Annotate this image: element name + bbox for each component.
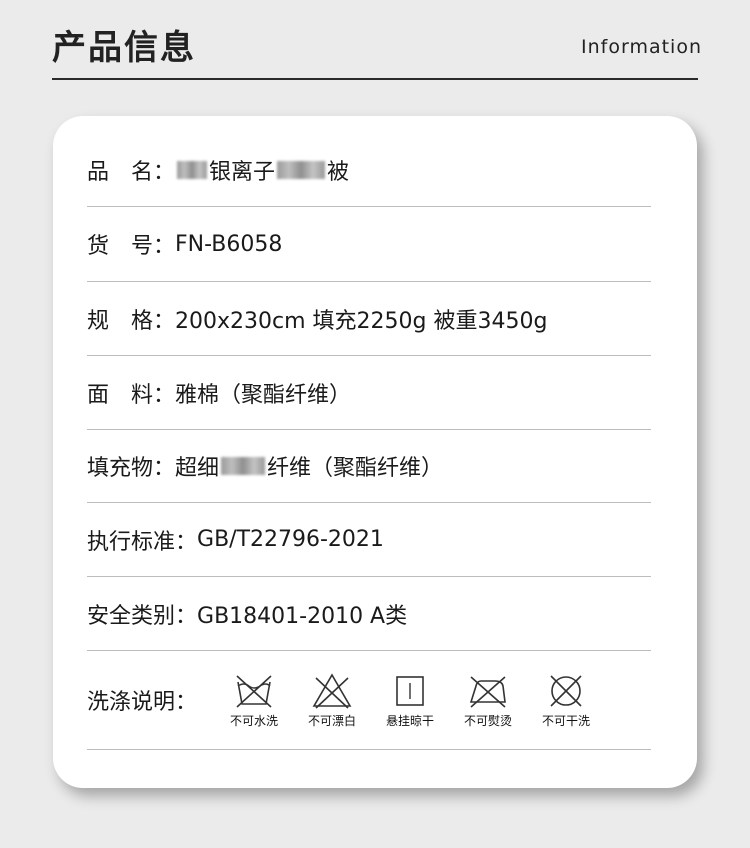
row-value: 200x230cm 填充2250g 被重3450g xyxy=(175,308,548,334)
care-item-no-bleach: 不可漂白 xyxy=(293,672,371,729)
row-value: GB/T22796-2021 xyxy=(197,527,384,552)
care-item-label: 悬挂晾干 xyxy=(386,713,435,728)
row-value: GB18401-2010 A类 xyxy=(197,603,408,629)
no-wash-icon xyxy=(236,674,272,708)
row-label: 洗涤说明： xyxy=(87,690,198,715)
redacted-text xyxy=(177,161,208,179)
info-row-item-number: 货 号： FN-B6058 xyxy=(87,207,651,282)
header-divider xyxy=(52,78,698,80)
care-item-label: 不可漂白 xyxy=(308,713,357,728)
info-row-care-instructions: 洗涤说明： 不可水洗 不可漂白 悬挂晾干 不可熨烫 不可干洗 xyxy=(87,651,651,750)
page-title: 产品信息 xyxy=(52,28,196,68)
info-row-standard: 执行标准： GB/T22796-2021 xyxy=(87,503,651,577)
row-label: 安全类别： xyxy=(87,603,198,629)
no-dry-clean-icon xyxy=(550,674,582,707)
care-item-no-iron: 不可熨烫 xyxy=(449,672,527,729)
care-item-label: 不可干洗 xyxy=(542,713,591,728)
page-subtitle: Information xyxy=(581,36,702,58)
info-row-safety-category: 安全类别： GB18401-2010 A类 xyxy=(87,577,651,651)
care-item-no-dry-clean: 不可干洗 xyxy=(527,672,605,729)
care-item-hang-dry: 悬挂晾干 xyxy=(371,672,449,729)
row-value: FN-B6058 xyxy=(175,231,283,257)
redacted-text xyxy=(221,457,266,475)
redacted-text xyxy=(277,161,326,179)
row-label: 面 料： xyxy=(87,382,176,408)
info-row-specification: 规 格： 200x230cm 填充2250g 被重3450g xyxy=(87,282,651,356)
info-row-fabric: 面 料： 雅棉（聚酯纤维） xyxy=(87,356,651,430)
care-item-no-wash: 不可水洗 xyxy=(215,672,293,729)
no-bleach-icon xyxy=(312,672,352,709)
info-row-product-name: 品 名： 银离子 被 xyxy=(87,134,651,207)
row-label: 执行标准： xyxy=(87,529,198,555)
row-value-prefix: 超细 xyxy=(175,456,220,481)
row-value-suffix: 被 xyxy=(327,160,350,185)
row-label: 品 名： xyxy=(87,160,176,185)
care-item-label: 不可水洗 xyxy=(230,713,279,728)
no-iron-icon xyxy=(469,675,506,708)
row-value: 雅棉（聚酯纤维） xyxy=(175,382,352,408)
row-label: 规 格： xyxy=(87,308,176,334)
row-value-middle: 银离子 xyxy=(209,160,276,185)
product-info-card: 品 名： 银离子 被 货 号： FN-B6058 规 格： 200x230cm … xyxy=(53,116,697,788)
care-item-label: 不可熨烫 xyxy=(464,713,513,728)
info-row-filling: 填充物： 超细 纤维（聚酯纤维） xyxy=(87,430,651,503)
row-value-suffix: 纤维（聚酯纤维） xyxy=(267,456,444,481)
row-label: 填充物： xyxy=(87,456,176,481)
row-label: 货 号： xyxy=(87,234,176,259)
hang-dry-icon xyxy=(396,675,424,706)
care-symbols: 不可水洗 不可漂白 悬挂晾干 不可熨烫 不可干洗 xyxy=(215,672,605,729)
